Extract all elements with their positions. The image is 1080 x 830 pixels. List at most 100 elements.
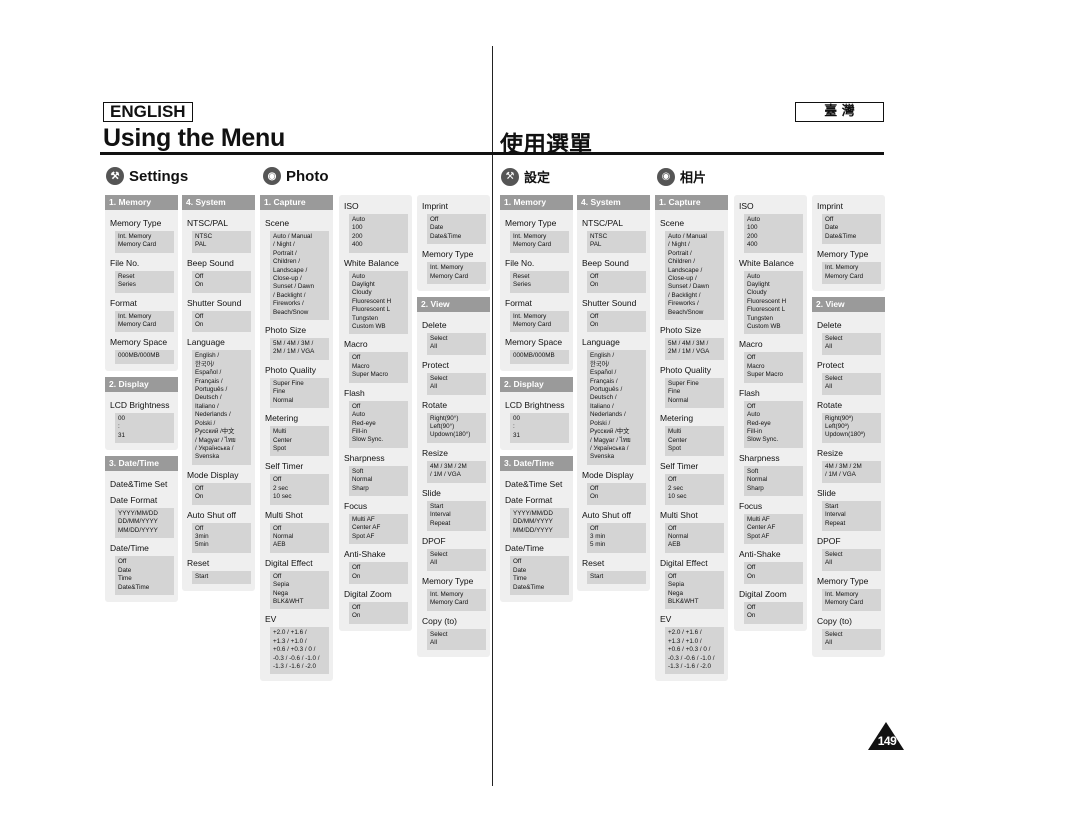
menu-item-options: YYYY/MM/DD DD/MM/YYYY MM/DD/YYYY	[510, 508, 569, 539]
menu-item-label: Memory Type	[422, 575, 474, 586]
menu-item-options: Start Interval Repeat	[822, 500, 881, 531]
page-title-cjk: 使用選單	[500, 132, 592, 158]
menu-item-label: Copy (to)	[422, 615, 457, 626]
menu-item-options: Select All	[427, 372, 486, 395]
menu-panel: 1. Memory Memory Type Int. Memory Memory C…	[500, 195, 573, 371]
menu-item-label: Format	[505, 297, 532, 308]
menu-item-options: Select All	[427, 548, 486, 571]
menu-item-label: Memory Type	[817, 575, 869, 586]
menu-item-label: Protect	[422, 359, 449, 370]
menu-item-options: English / 한국어/ Español / Français / Port…	[192, 350, 251, 465]
menu-item-label: LCD Brightness	[110, 399, 170, 410]
menu-item-options: 000MB/000MB	[510, 350, 569, 364]
menu-item-options: Int. Memory Memory Card	[427, 262, 486, 285]
menu-item-label: Resize	[422, 447, 448, 458]
menu-item-label: Anti-Shake	[739, 549, 781, 560]
menu-item-options: 4M / 3M / 2M / 1M / VGA	[822, 460, 881, 483]
menu-item-label: Multi Shot	[660, 509, 698, 520]
menu-item-label: Memory Type	[505, 218, 557, 228]
menu-item-options: Off 3min 5min	[192, 522, 251, 553]
menu-item-options: Off Macro Super Macro	[349, 352, 408, 383]
menu-panel-header: 4. System	[577, 195, 650, 210]
menu-item-label: Shutter Sound	[582, 297, 637, 308]
menu-item-label: Rotate	[817, 399, 843, 410]
menu-item-options: Off Auto Red-eye Fill-in Slow Sync.	[349, 400, 408, 448]
menu-item-label: Reset	[582, 557, 605, 568]
menu-item-label: Mode Display	[187, 469, 239, 480]
menu-item-label: Macro	[739, 339, 763, 350]
menu-item-options: Select All	[822, 333, 881, 355]
menu-item-label: Language	[582, 337, 620, 348]
menu-item-label: Date&Time Set	[505, 479, 563, 490]
menu-item-label: Macro	[344, 339, 368, 350]
menu-item-options: Auto Daylight Cloudy Fluorescent H Fluor…	[349, 270, 408, 335]
menu-item-label: Self Timer	[660, 461, 699, 472]
menu-item-label: Auto Shut off	[582, 509, 631, 520]
menu-item-label: Date&Time Set	[110, 479, 168, 490]
menu-item-options: Off Macro Super Macro	[744, 352, 803, 383]
menu-panel-header: 2. View	[417, 297, 490, 313]
menu-item-options: Off Normal AEB	[665, 522, 724, 553]
menu-item-label: Digital Zoom	[739, 588, 787, 599]
photo-heading-label: 相片	[680, 171, 707, 186]
menu-item-label: Memory Type	[110, 218, 162, 228]
menu-item-options: Int. Memory Memory Card	[427, 588, 486, 611]
menu-column: 1. Capture Scene Auto / Manual / Night / P…	[655, 195, 728, 687]
menu-item-options: Int. Memory Memory Card	[510, 310, 569, 333]
menu-item-options: Off Date Date&Time	[427, 214, 486, 245]
menu-item-label: Digital Effect	[660, 557, 708, 568]
menu-item-label: Rotate	[422, 399, 448, 410]
menu-panel-header: 2. Display	[500, 376, 573, 392]
tools-icon: ⚒	[501, 167, 519, 186]
menu-item-options: Soft Normal Sharp	[349, 465, 408, 496]
menu-item-options: NTSC PAL	[192, 231, 251, 253]
menu-column: Imprint Off Date Date&Time Memory Type Int.…	[812, 195, 885, 663]
menu-item-options: English / 한국어/ Español / Français / Port…	[587, 350, 646, 465]
menu-column: ISO Auto 100 200 400 White Balance Auto Day…	[734, 195, 807, 637]
menu-item-options: Off Date Date&Time	[822, 214, 881, 245]
menu-panel: 1. Capture Scene Auto / Manual / Night / P…	[260, 195, 333, 682]
menu-column: ISO Auto 100 200 400 White Balance Auto Day…	[339, 195, 412, 637]
menu-item-options: Multi Center Spot	[665, 426, 724, 457]
menu-panel-header: 1. Capture	[655, 195, 728, 210]
menu-item-label: Copy (to)	[817, 615, 852, 626]
menu-item-options: Auto 100 200 400	[744, 214, 803, 253]
menu-panel: ISO Auto 100 200 400 White Balance Auto Day…	[734, 195, 807, 631]
menu-item-options: Int. Memory Memory Card	[822, 262, 881, 285]
menu-item-label: Photo Size	[660, 325, 702, 336]
menu-item-label: Resize	[817, 447, 843, 458]
menu-panel: 1. Capture Scene Auto / Manual / Night / P…	[655, 195, 728, 682]
menu-item-options: Int. Memory Memory Card	[510, 231, 569, 253]
menu-item-options: Reset Series	[115, 270, 174, 293]
photo-heading-label: Photo	[286, 167, 329, 185]
menu-item-label: White Balance	[344, 257, 399, 268]
menu-item-options: Off On	[192, 310, 251, 333]
menu-item-label: Photo Quality	[265, 364, 317, 375]
menu-item-options: Select All	[427, 628, 486, 651]
menu-item-label: Date Format	[110, 495, 158, 506]
menu-item-options: Auto Daylight Cloudy Fluorescent H Fluor…	[744, 270, 803, 335]
menu-item-label: Delete	[817, 320, 842, 331]
camera-icon: ◉	[657, 167, 675, 186]
menu-item-options: 000MB/000MB	[115, 350, 174, 364]
menu-item-label: Slide	[817, 487, 836, 498]
menu-item-options: Off Sepia Nega BLK&WHT	[270, 570, 329, 610]
menu-item-options: Multi AF Center AF Spot AF	[349, 513, 408, 545]
menu-item-options: Reset Series	[510, 270, 569, 293]
menu-item-label: Imprint	[422, 201, 448, 211]
menu-item-label: DPOF	[422, 535, 446, 546]
settings-heading: ⚒ Settings	[106, 167, 188, 185]
menu-item-options: Super Fine Fine Normal	[665, 377, 724, 409]
menu-panel: 2. Display LCD Brightness 00 : 31	[105, 376, 178, 451]
menu-panel: 2. View Delete Select All Protect Select All…	[417, 297, 490, 658]
menu-item-options: Soft Normal Sharp	[744, 465, 803, 496]
menu-item-options: Int. Memory Memory Card	[115, 231, 174, 253]
menu-panel: 3. Date/Time Date&Time Set Date Format YYYY…	[105, 456, 178, 602]
menu-item-label: Digital Zoom	[344, 588, 392, 599]
language-badge: ENGLISH	[103, 102, 193, 122]
menu-item-label: Reset	[187, 557, 210, 568]
menu-item-options: Off Date Time Date&Time	[510, 556, 569, 595]
menu-item-options: Off On	[587, 310, 646, 333]
menu-panel: 1. Memory Memory Type Int. Memory Memory C…	[105, 195, 178, 371]
menu-item-label: Anti-Shake	[344, 549, 386, 560]
